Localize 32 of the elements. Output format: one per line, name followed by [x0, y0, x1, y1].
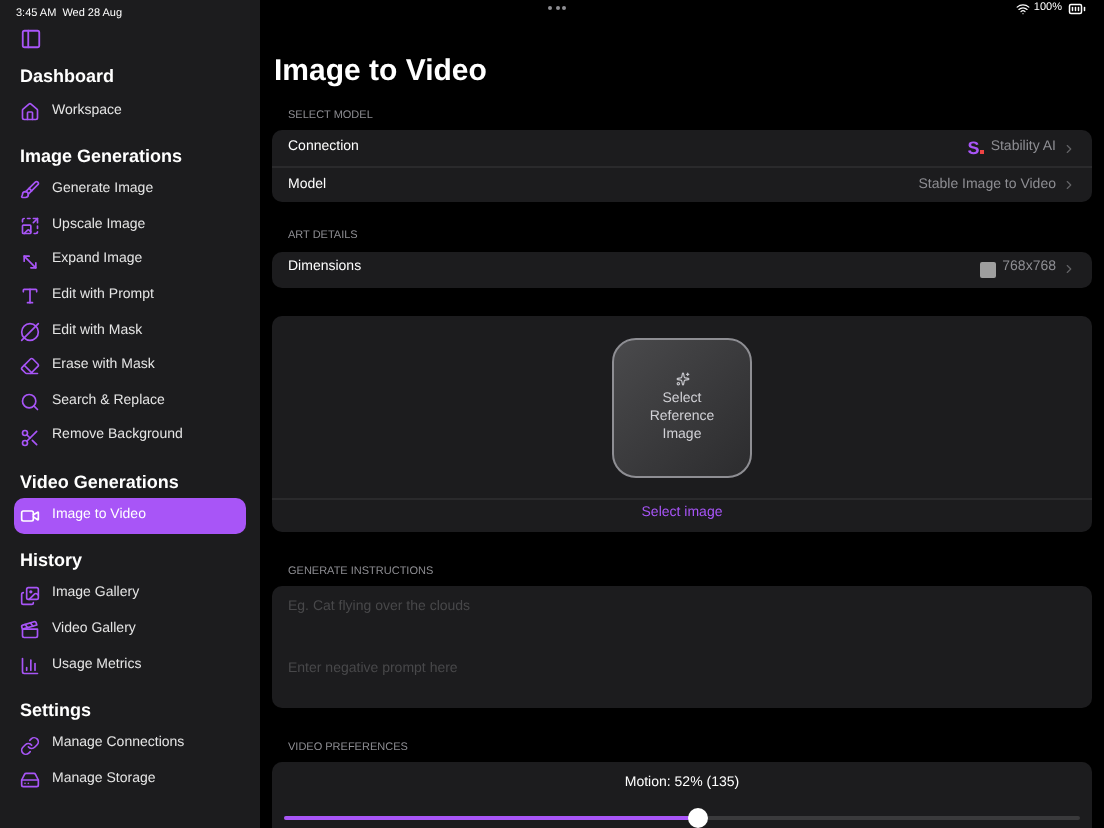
sidebar-section-title: Video Generations	[18, 469, 181, 496]
chevron-icon	[1062, 141, 1076, 156]
sidebar-toggle-icon[interactable]	[20, 28, 42, 50]
sidebar-section-title: Image Generations	[18, 143, 185, 170]
page-title: Image to Video	[272, 54, 489, 90]
sidebar-section-title: Dashboard	[18, 64, 117, 91]
brush-icon	[20, 180, 40, 201]
chevron-icon	[1062, 262, 1076, 276]
battery-icon	[1066, 0, 1088, 18]
motion-slider[interactable]	[284, 807, 1080, 827]
drive-icon	[20, 770, 40, 791]
bar-chart-icon	[20, 655, 40, 676]
sidebar-section-title: History	[18, 548, 85, 575]
link-icon	[20, 735, 40, 756]
slider-thumb[interactable]	[687, 807, 708, 827]
dimension-swatch-icon	[980, 261, 997, 277]
clapperboard-icon	[20, 620, 40, 641]
chevron-icon	[1062, 178, 1076, 193]
house-icon	[20, 101, 40, 122]
eraser-icon	[20, 356, 40, 377]
sparkles-icon	[675, 371, 689, 385]
sidebar-section-title: Settings	[18, 697, 94, 724]
scissors-icon	[20, 427, 40, 448]
video-camera-icon	[20, 506, 40, 527]
wifi-icon	[1015, 2, 1030, 16]
upscale-icon	[20, 215, 40, 236]
slashed-circle-icon	[20, 321, 40, 342]
provider-logo: S	[967, 139, 985, 158]
text-icon	[20, 286, 40, 307]
diagonal-arrow-icon	[20, 251, 40, 272]
search-icon	[20, 391, 40, 412]
images-icon	[20, 585, 40, 606]
